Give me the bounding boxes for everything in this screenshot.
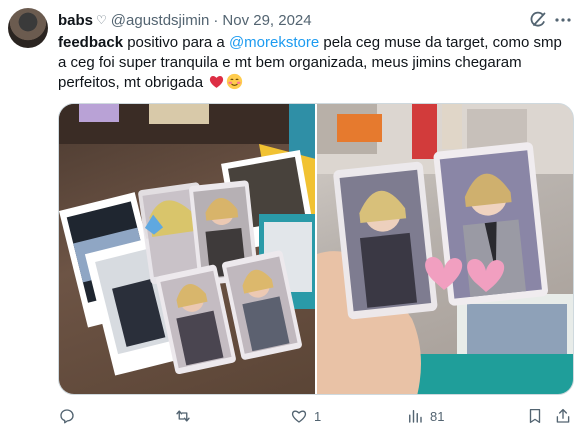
red-heart-emoji-icon (210, 76, 224, 88)
like-button[interactable]: 1 (290, 404, 321, 428)
like-heart-icon (291, 410, 307, 423)
photo-2[interactable] (317, 104, 573, 394)
reply-button[interactable] (58, 404, 82, 428)
photo-1[interactable] (59, 104, 315, 394)
mention-link[interactable]: @morekstore (229, 34, 319, 51)
author-name[interactable]: babs (58, 12, 93, 29)
tweet-text: feedback positivo para a @morekstore pel… (58, 33, 573, 93)
reply-icon (60, 409, 74, 424)
views-chart-icon (409, 410, 422, 423)
bookmark-icon (529, 408, 541, 424)
photo-1-image (59, 104, 315, 376)
share-button[interactable] (554, 404, 572, 428)
action-bar: 1 81 (58, 404, 574, 428)
tweet-text-bold: feedback (58, 34, 124, 51)
more-options-icon[interactable] (553, 10, 573, 30)
tweet-date[interactable]: Nov 29, 2024 (222, 12, 311, 29)
retweet-icon (176, 410, 190, 422)
views-count: 81 (430, 408, 445, 424)
views-button[interactable]: 81 (406, 404, 444, 428)
media-grid[interactable] (58, 103, 574, 395)
retweet-button[interactable] (174, 404, 198, 428)
date-separator: · (213, 11, 219, 29)
avatar[interactable] (8, 8, 48, 48)
tweet[interactable]: babs ♡ @agustdsjimin · Nov 29, 2024 feed… (0, 0, 581, 438)
name-heart-badge: ♡ (96, 13, 107, 27)
bookmark-button[interactable] (526, 404, 544, 428)
blushing-smile-emoji-icon (227, 73, 243, 90)
author-handle[interactable]: @agustdsjimin (111, 12, 210, 29)
tweet-text-part1: positivo para a (123, 34, 229, 51)
grok-icon[interactable] (528, 10, 548, 30)
share-icon (556, 408, 570, 423)
photo-2-image (317, 104, 573, 394)
like-count: 1 (314, 408, 322, 424)
tweet-header: babs ♡ @agustdsjimin · Nov 29, 2024 (58, 9, 573, 31)
